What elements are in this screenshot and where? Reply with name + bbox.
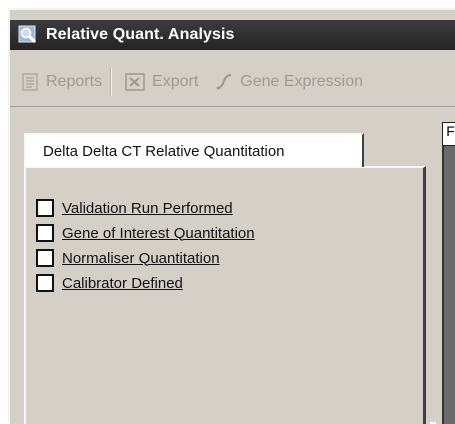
list-item[interactable]: Validation Run Performed (36, 196, 255, 220)
export-label: Export (152, 73, 199, 90)
list-item[interactable]: Calibrator Defined (36, 271, 255, 295)
window-title: Relative Quant. Analysis (46, 26, 235, 43)
title-bar[interactable]: Relative Quant. Analysis (10, 20, 455, 50)
gene-of-interest-checkbox[interactable] (36, 224, 54, 242)
normaliser-label[interactable]: Normaliser Quantitation (62, 250, 220, 267)
validation-run-checkbox[interactable] (36, 199, 54, 217)
report-icon (20, 72, 40, 92)
relative-quant-window: Relative Quant. Analysis Reports Export … (8, 8, 455, 424)
toolbar: Reports Export Gene Expression (10, 58, 455, 107)
checklist: Validation Run Performed Gene of Interes… (36, 196, 255, 296)
toolbar-separator (110, 68, 113, 96)
reports-button[interactable]: Reports (20, 72, 102, 92)
tab-delta-delta-ct[interactable]: Delta Delta CT Relative Quantitation (24, 133, 364, 167)
list-item[interactable]: Gene of Interest Quantitation (36, 221, 255, 245)
reports-label: Reports (46, 73, 103, 90)
quantitation-panel: Delta Delta CT Relative Quantitation Val… (10, 108, 430, 424)
calibrator-label[interactable]: Calibrator Defined (62, 275, 183, 292)
calibrator-checkbox[interactable] (36, 274, 54, 292)
normaliser-checkbox[interactable] (36, 249, 54, 267)
gene-expression-icon (214, 72, 234, 92)
magnifier-window-icon (18, 25, 38, 45)
gene-expression-button[interactable]: Gene Expression (214, 72, 363, 92)
right-panel (442, 122, 455, 424)
gene-of-interest-label[interactable]: Gene of Interest Quantitation (62, 225, 255, 242)
gene-expression-label: Gene Expression (240, 73, 364, 90)
export-button[interactable]: Export (124, 72, 198, 92)
right-panel-tab[interactable]: F (442, 122, 455, 146)
validation-run-label[interactable]: Validation Run Performed (62, 200, 233, 217)
export-icon (124, 72, 146, 92)
list-item[interactable]: Normaliser Quantitation (36, 246, 255, 270)
